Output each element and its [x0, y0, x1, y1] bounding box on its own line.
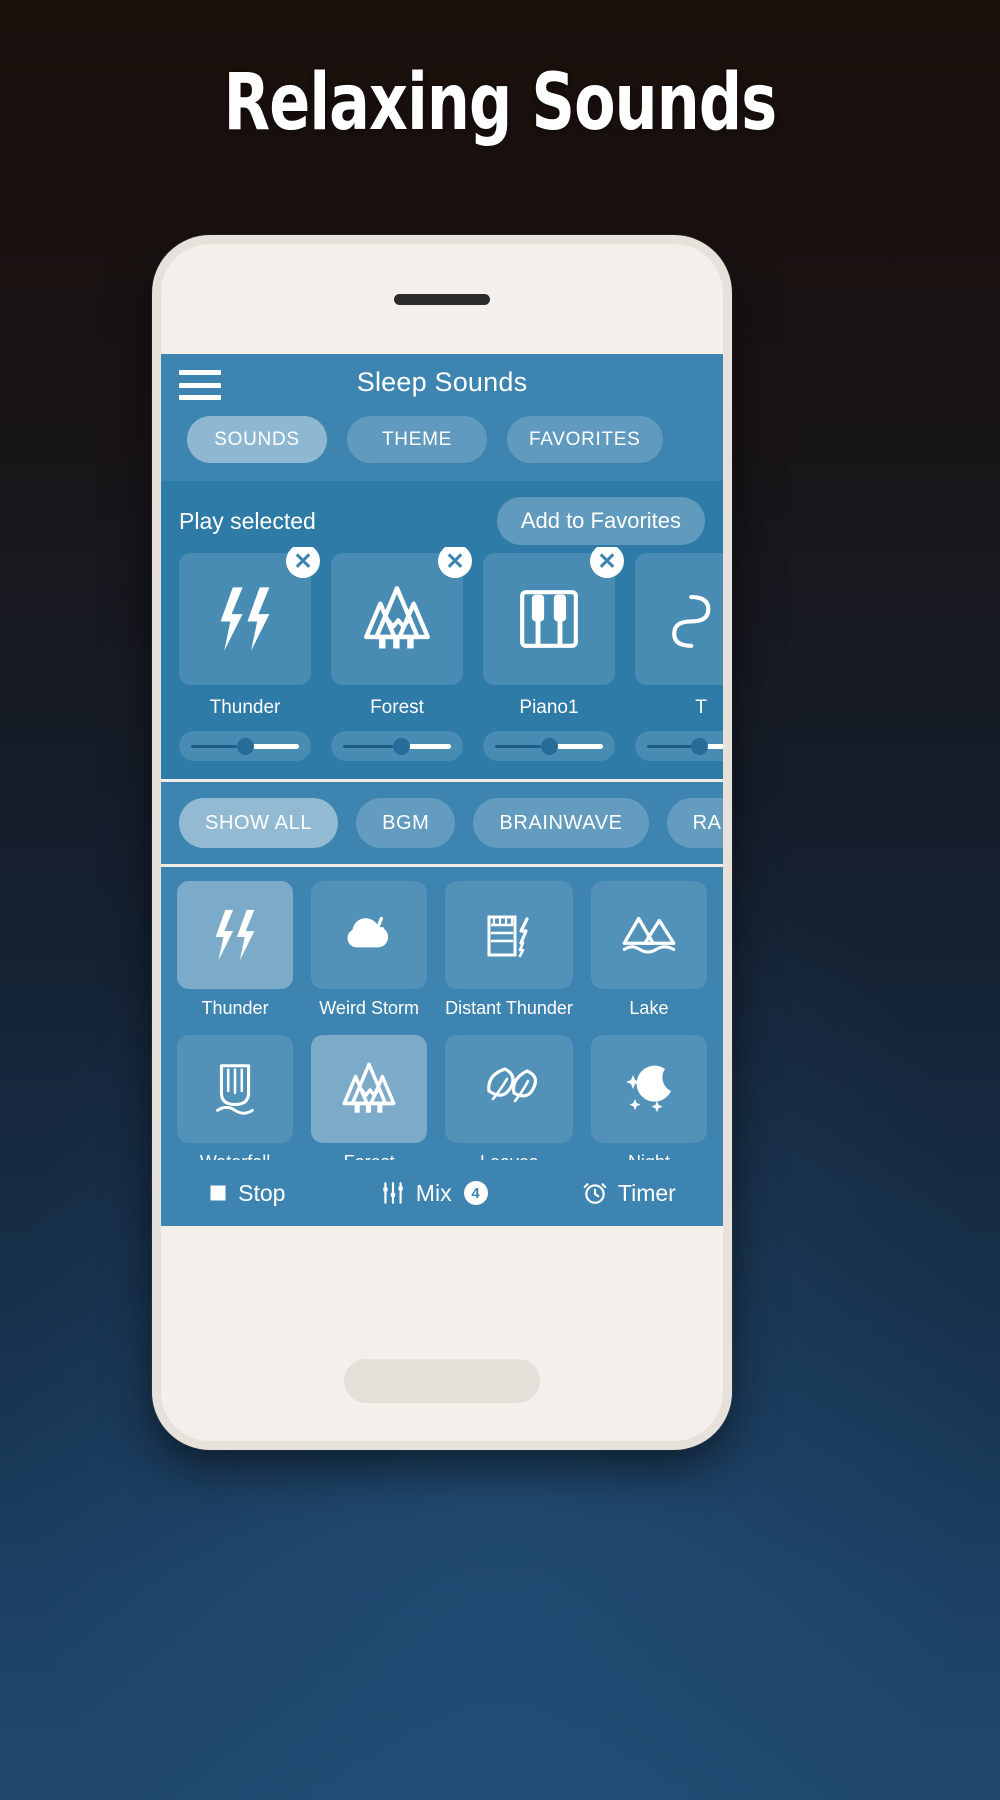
forest-icon [356, 578, 438, 660]
mix-button[interactable]: Mix 4 [380, 1180, 488, 1207]
selected-item-partial[interactable]: ✕ T [635, 553, 723, 761]
app-screen: Sleep Sounds SOUNDS THEME FAVORITES Play… [161, 354, 723, 1226]
sound-tile[interactable] [590, 1035, 707, 1143]
sound-tile[interactable] [590, 881, 707, 989]
volume-slider-thunder[interactable] [179, 731, 311, 761]
sound-label: Thunder [201, 998, 269, 1018]
selected-sounds-panel: Play selected Add to Favorites ✕ Thunder… [161, 481, 723, 782]
tab-favorites[interactable]: FAVORITES [507, 416, 663, 463]
alarm-clock-icon [582, 1180, 608, 1206]
sound-tile[interactable] [445, 881, 573, 989]
sound-tile[interactable] [177, 881, 294, 989]
filter-bgm[interactable]: BGM [356, 798, 456, 848]
thunder-icon [204, 904, 266, 966]
filter-brainwave[interactable]: BRAINWAVE [473, 798, 649, 848]
volume-slider-piano1[interactable] [483, 731, 615, 761]
sound-tile[interactable] [311, 1035, 428, 1143]
selected-item-label: Forest [370, 697, 424, 718]
phone-home-indicator [344, 1359, 540, 1403]
sound-cell-thunder[interactable]: Thunder [177, 881, 294, 1019]
leaves-icon [477, 1057, 541, 1121]
tab-bar: SOUNDS THEME FAVORITES [161, 416, 723, 481]
play-selected-label: Play selected [179, 507, 316, 534]
sound-cell-lake[interactable]: Lake [590, 881, 707, 1019]
mix-count-badge: 4 [463, 1181, 488, 1205]
selected-item-label: Piano1 [519, 697, 579, 718]
piano-icon [510, 580, 588, 658]
sound-tile[interactable] [445, 1035, 573, 1143]
tab-sounds[interactable]: SOUNDS [187, 416, 327, 463]
page-title: Relaxing Sounds [223, 58, 778, 148]
filter-show-all[interactable]: SHOW ALL [179, 798, 339, 848]
volume-slider-partial[interactable] [635, 731, 723, 761]
selected-item-label: T [695, 697, 707, 718]
selected-tile[interactable]: ✕ [635, 553, 723, 685]
mixer-icon [380, 1180, 406, 1206]
sound-cell-weird-storm[interactable]: Weird Storm [311, 881, 428, 1019]
category-filter-bar[interactable]: SHOW ALL BGM BRAINWAVE RA [161, 782, 723, 867]
sound-tile[interactable] [177, 1035, 294, 1143]
volume-slider-forest[interactable] [331, 731, 463, 761]
selected-tile[interactable]: ✕ [331, 547, 472, 685]
phone-mockup: Sleep Sounds SOUNDS THEME FAVORITES Play… [152, 235, 732, 1450]
mix-label: Mix [415, 1179, 452, 1206]
waterfall-icon [204, 1058, 266, 1120]
sound-cell-forest[interactable]: Forest [311, 1035, 428, 1173]
selected-item-label: Thunder [209, 697, 281, 718]
close-circle-icon[interactable]: ✕ [286, 547, 320, 578]
add-to-favorites-button[interactable]: Add to Favorites [496, 497, 705, 545]
close-circle-icon[interactable]: ✕ [590, 547, 624, 578]
stop-square-icon [208, 1183, 228, 1203]
phone-screen-frame: Sleep Sounds SOUNDS THEME FAVORITES Play… [161, 244, 723, 1441]
sound-cell-leaves[interactable]: Leaves [445, 1035, 573, 1173]
stop-label: Stop [238, 1179, 286, 1206]
selected-tile[interactable]: ✕ [179, 547, 320, 685]
stop-button[interactable]: Stop [208, 1180, 285, 1207]
selected-item-forest[interactable]: ✕ Forest [331, 547, 472, 761]
cloud-lightning-icon [336, 902, 402, 968]
forest-icon [336, 1056, 402, 1122]
moon-stars-icon [617, 1057, 681, 1121]
thunder-icon [206, 580, 284, 658]
lake-mountains-icon [616, 902, 682, 968]
sound-tile[interactable] [311, 881, 428, 989]
sound-label: Weird Storm [319, 998, 419, 1018]
sound-cell-waterfall[interactable]: Waterfall [177, 1035, 294, 1173]
wave-icon [662, 580, 723, 658]
selected-panel-header: Play selected Add to Favorites [161, 495, 723, 547]
sound-label: Distant Thunder [445, 998, 573, 1018]
app-bar: Sleep Sounds [161, 354, 723, 416]
building-lightning-icon [477, 903, 541, 967]
sound-label: Lake [629, 998, 669, 1018]
phone-speaker [394, 294, 490, 305]
bottom-action-bar: Stop Mix 4 Timer [161, 1160, 723, 1226]
timer-label: Timer [617, 1179, 676, 1206]
selected-tile[interactable]: ✕ [483, 547, 624, 685]
close-circle-icon[interactable]: ✕ [438, 547, 472, 578]
timer-button[interactable]: Timer [582, 1180, 676, 1207]
sound-cell-night[interactable]: Night [590, 1035, 707, 1173]
tab-theme[interactable]: THEME [347, 416, 487, 463]
sound-cell-distant-thunder[interactable]: Distant Thunder [445, 881, 573, 1019]
filter-ra[interactable]: RA [666, 798, 723, 848]
selected-sounds-strip[interactable]: ✕ Thunder ✕ Forest ✕ Piano1 T [161, 547, 723, 761]
app-title: Sleep Sounds [356, 367, 528, 397]
selected-item-thunder[interactable]: ✕ Thunder [179, 547, 320, 761]
selected-item-piano1[interactable]: ✕ Piano1 [483, 547, 624, 761]
